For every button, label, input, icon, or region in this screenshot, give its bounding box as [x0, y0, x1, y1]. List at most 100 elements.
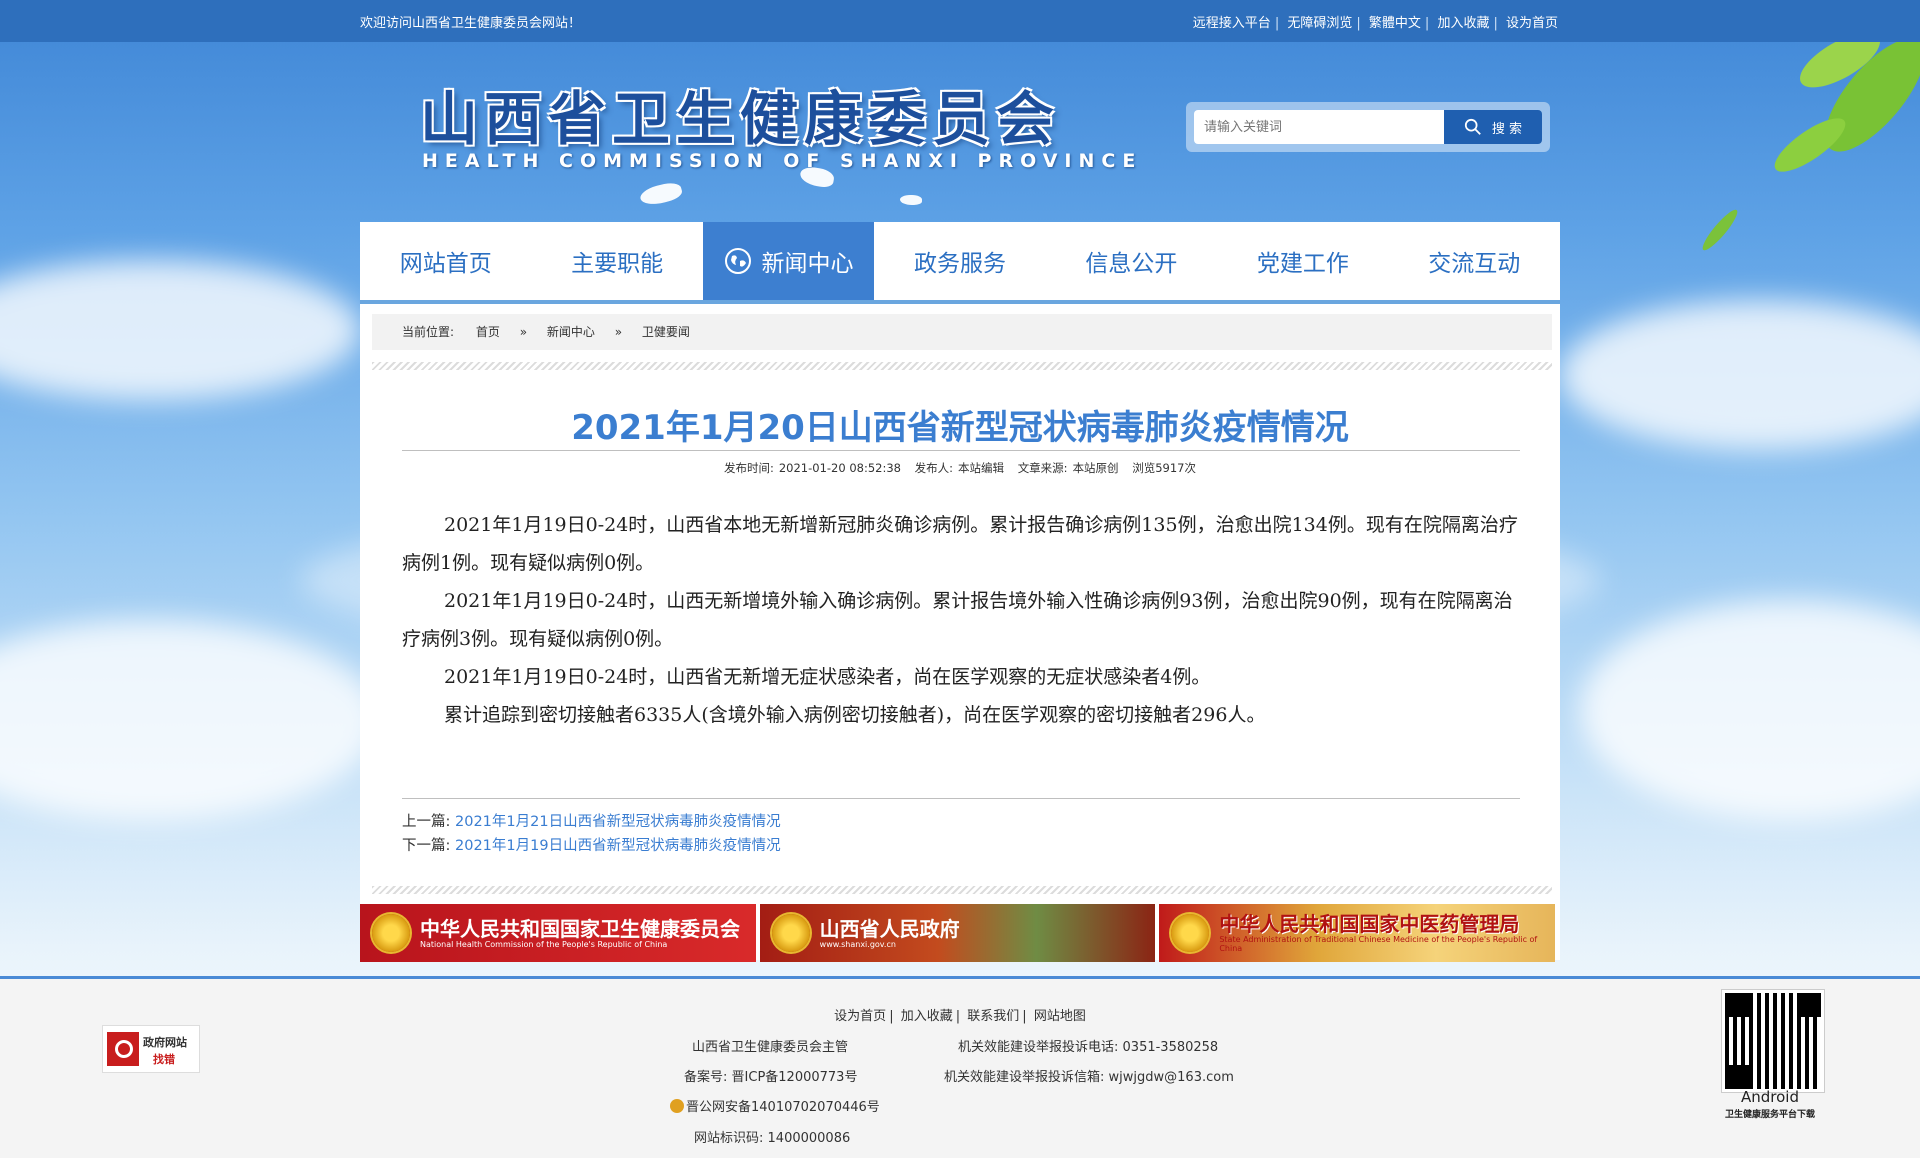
search-button-label: 搜 索	[1491, 121, 1523, 137]
national-emblem-icon	[372, 914, 410, 952]
nav-news-center[interactable]: 新闻中心	[702, 222, 875, 300]
publish-time: 2021-01-20 08:52:38	[778, 461, 901, 475]
nav-label: 党建工作	[1256, 251, 1349, 277]
search-button[interactable]: 搜 索	[1444, 110, 1542, 144]
badge-line2: 找错	[153, 1053, 175, 1066]
icp-number[interactable]: 晋ICP备12000773号	[732, 1070, 858, 1085]
banner-subtitle: State Administration of Traditional Chin…	[1219, 935, 1538, 953]
source-label: 文章来源:	[1017, 461, 1068, 475]
nav-label: 信息公开	[1085, 251, 1178, 277]
phone-label: 机关效能建设举报投诉电话:	[958, 1040, 1119, 1055]
divider-stripe	[372, 362, 1552, 370]
footer-sitemap[interactable]: 网站地图	[1034, 1009, 1086, 1024]
footer-contact-us[interactable]: 联系我们	[967, 1009, 1019, 1024]
banner-title: 山西省人民政府	[819, 916, 960, 941]
badge-line1: 政府网站	[143, 1036, 187, 1049]
article-title: 2021年1月20日山西省新型冠状病毒肺炎疫情情况	[571, 408, 1349, 448]
top-links: 远程接入平台 | 无障碍浏览 | 繁體中文 | 加入收藏 | 设为首页	[1192, 16, 1558, 31]
accessibility-link[interactable]: 无障碍浏览	[1287, 16, 1352, 31]
qr-caption: 卫生健康服务平台下载	[1724, 1110, 1815, 1120]
nav-label: 网站首页	[399, 251, 492, 277]
main-nav: 网站首页 主要职能 新闻中心 政务服务 信息公开 党建工作 交流互动	[360, 222, 1560, 304]
national-emblem-icon	[771, 914, 810, 952]
add-favorite-link[interactable]: 加入收藏	[1437, 16, 1489, 31]
email-address: wjwjgdw@163.com	[1108, 1070, 1234, 1085]
nav-label: 政务服务	[913, 251, 1006, 277]
view-count: 浏览5917次	[1132, 461, 1196, 475]
article-paragraph: 累计追踪到密切接触者6335人(含境外输入病例密切接触者)，尚在医学观察的密切接…	[444, 704, 1266, 726]
cloud-decoration	[0, 260, 360, 400]
email-label: 机关效能建设举报投诉信箱:	[944, 1070, 1105, 1085]
next-article: 下一篇: 2021年1月19日山西省新型冠状病毒肺炎疫情情况	[402, 834, 781, 855]
cloud-decoration	[1560, 300, 1920, 450]
breadcrumb-current[interactable]: 卫健要闻	[642, 325, 690, 339]
breadcrumb-label: 当前位置:	[402, 325, 455, 339]
gov-site-error-badge[interactable]: 政府网站 找错	[102, 1025, 200, 1073]
banner-title: 中华人民共和国国家卫生健康委员会	[420, 916, 740, 941]
breadcrumb-separator: »	[614, 325, 623, 339]
divider-stripe	[372, 886, 1552, 894]
breadcrumb-news-center[interactable]: 新闻中心	[547, 325, 595, 339]
prev-article-link[interactable]: 2021年1月21日山西省新型冠状病毒肺炎疫情情况	[455, 814, 781, 830]
search-box: 搜 索	[1186, 102, 1550, 152]
publisher-label: 发布人:	[914, 461, 954, 475]
dove-icon	[900, 195, 922, 205]
site-id-label: 网站标识码:	[694, 1131, 764, 1146]
set-homepage-link[interactable]: 设为首页	[1506, 16, 1558, 31]
remote-access-link[interactable]: 远程接入平台	[1193, 16, 1271, 31]
breadcrumb: 当前位置: 首页 » 新闻中心 » 卫健要闻	[372, 314, 1552, 350]
traditional-chinese-link[interactable]: 繁體中文	[1369, 16, 1421, 31]
footer-police-record: 晋公网安备14010702070446号	[670, 1096, 880, 1115]
search-input[interactable]	[1194, 110, 1448, 144]
article-paragraph: 2021年1月19日0-24时，山西无新增境外输入确诊病例。累计报告境外输入性确…	[402, 590, 1513, 650]
tcm-admin-banner[interactable]: 中华人民共和国国家中医药管理局 State Administration of …	[1159, 904, 1556, 962]
police-badge-icon	[670, 1099, 684, 1113]
breadcrumb-separator: »	[519, 325, 528, 339]
banner-title: 中华人民共和国国家中医药管理局	[1219, 912, 1520, 936]
article-paragraph: 2021年1月19日0-24时，山西省本地无新增新冠肺炎确诊病例。累计报告确诊病…	[402, 514, 1518, 574]
phone-number: 0351-3580258	[1122, 1040, 1219, 1055]
body-rule	[402, 798, 1520, 799]
footer-add-favorite[interactable]: 加入收藏	[901, 1009, 953, 1024]
nav-gov-services[interactable]: 政务服务	[874, 222, 1045, 300]
shanxi-gov-banner[interactable]: 山西省人民政府 www.shanxi.gov.cn	[759, 904, 1156, 962]
nav-label: 新闻中心	[761, 251, 854, 277]
prev-label: 上一篇:	[402, 814, 451, 830]
banner-subtitle: www.shanxi.gov.cn	[819, 939, 896, 949]
partner-banners: 中华人民共和国国家卫生健康委员会 National Health Commiss…	[360, 904, 1556, 962]
nav-label: 交流互动	[1428, 251, 1521, 277]
footer-sponsor: 山西省卫生健康委员会主管	[692, 1040, 849, 1055]
publisher: 本站编辑	[958, 461, 1005, 475]
site-id: 1400000086	[767, 1131, 851, 1146]
nav-label: 主要职能	[571, 251, 664, 277]
dove-icon	[638, 179, 684, 209]
content-panel: 当前位置: 首页 » 新闻中心 » 卫健要闻 2021年1月20日山西省新型冠状…	[360, 304, 1560, 960]
prev-article: 上一篇: 2021年1月21日山西省新型冠状病毒肺炎疫情情况	[402, 810, 781, 831]
search-icon	[1464, 118, 1481, 135]
footer-email: 机关效能建设举报投诉信箱: wjwjgdw@163.com	[944, 1066, 1234, 1085]
welcome-text: 欢迎访问山西省卫生健康委员会网站！	[360, 16, 582, 31]
nav-functions[interactable]: 主要职能	[531, 222, 702, 300]
site-title: 山西省卫生健康委员会	[420, 85, 1061, 153]
qr-code-icon	[1721, 989, 1825, 1093]
breadcrumb-home[interactable]: 首页	[476, 325, 500, 339]
nav-party-building[interactable]: 党建工作	[1217, 222, 1388, 300]
footer-set-homepage[interactable]: 设为首页	[834, 1009, 886, 1024]
icp-label: 备案号:	[684, 1070, 728, 1085]
nav-home[interactable]: 网站首页	[360, 222, 531, 300]
qr-label: Android	[1741, 1088, 1799, 1106]
nav-interaction[interactable]: 交流互动	[1389, 222, 1560, 300]
footer-phone: 机关效能建设举报投诉电话: 0351-3580258	[958, 1036, 1218, 1055]
cloud-decoration	[0, 620, 380, 820]
top-bar: 欢迎访问山西省卫生健康委员会网站！ 远程接入平台 | 无障碍浏览 | 繁體中文 | 加…	[0, 0, 1920, 42]
article-body: 2021年1月19日0-24时，山西省本地无新增新冠肺炎确诊病例。累计报告确诊病…	[402, 506, 1520, 734]
next-article-link[interactable]: 2021年1月19日山西省新型冠状病毒肺炎疫情情况	[455, 838, 781, 854]
magnifier-icon	[107, 1032, 139, 1066]
nhc-banner[interactable]: 中华人民共和国国家卫生健康委员会 National Health Commiss…	[360, 904, 756, 962]
next-label: 下一篇:	[402, 838, 451, 854]
nav-info-disclosure[interactable]: 信息公开	[1046, 222, 1217, 300]
banner-subtitle: National Health Commission of the People…	[420, 939, 668, 949]
police-record-text[interactable]: 晋公网安备14010702070446号	[686, 1100, 880, 1115]
title-rule	[402, 450, 1520, 451]
site-subtitle: HEALTH COMMISSION OF SHANXI PROVINCE	[422, 150, 1143, 172]
